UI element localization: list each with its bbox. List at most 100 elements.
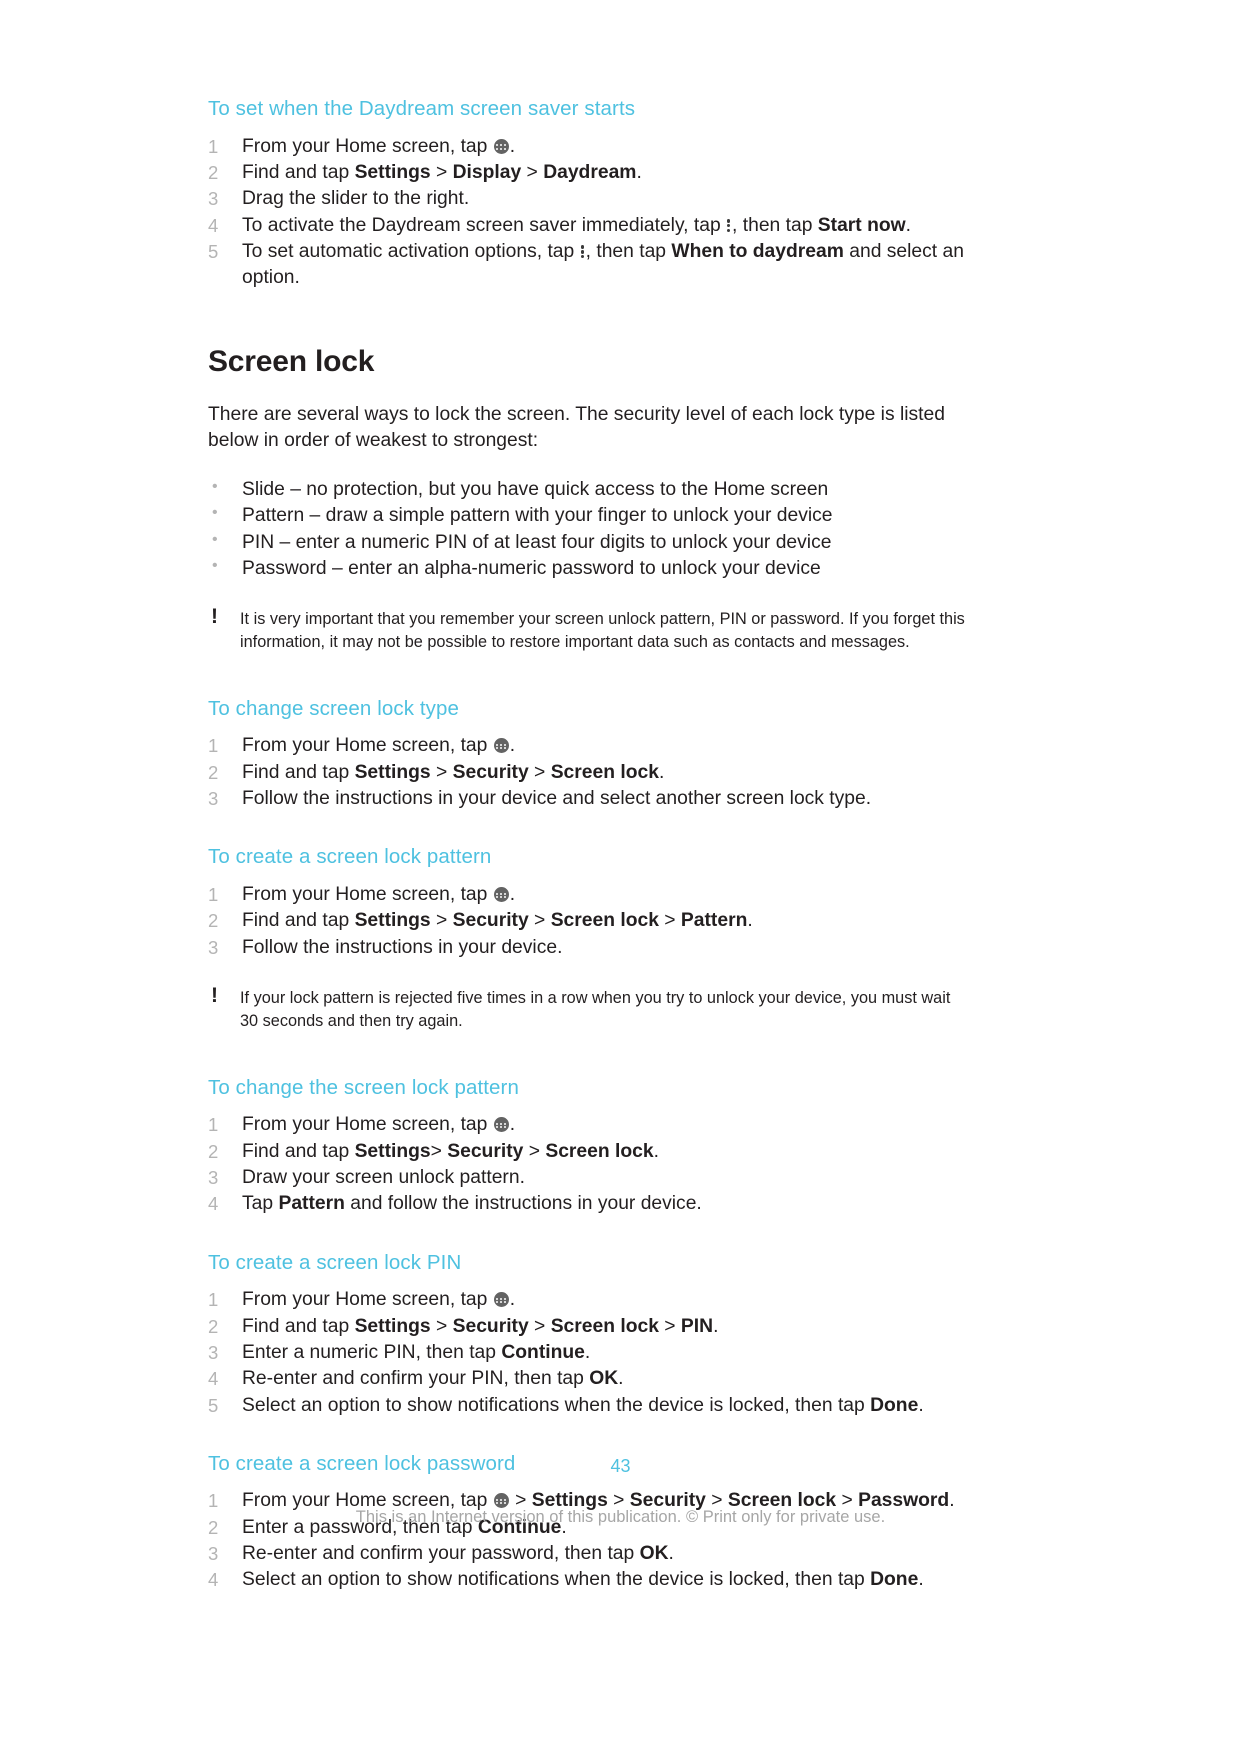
intro-paragraph: There are several ways to lock the scree…	[208, 403, 945, 452]
bold-term: Display	[452, 161, 522, 183]
page-title: Screen lock	[208, 344, 375, 378]
steps-change-lock-type: 1 From your Home screen, tap . 2 Find and …	[208, 733, 968, 812]
step-text: To activate the Daydream screen saver im…	[242, 214, 721, 236]
bold-term: Continue	[501, 1341, 585, 1363]
list-item: 3 Follow the instructions in your device …	[208, 786, 968, 812]
step-text-end: .	[509, 735, 516, 757]
bold-term: Daydream	[543, 161, 637, 183]
list-item: 2 Find and tap Settings > Security > Scre…	[208, 908, 968, 934]
list-item: 3 Drag the slider to the right.	[208, 186, 968, 212]
list-item: 2 Find and tap Settings > Security > Scre…	[208, 760, 968, 786]
step-text: Re-enter and confirm your password, then…	[242, 1543, 640, 1565]
bold-term: Done	[870, 1394, 919, 1416]
step-number: 2	[208, 1140, 219, 1162]
list-item: 1 From your Home screen, tap .	[208, 1287, 968, 1313]
separator: >	[658, 1315, 681, 1337]
step-text-end: .	[509, 884, 516, 906]
bold-term: OK	[639, 1543, 669, 1565]
step-number: 4	[208, 1193, 219, 1215]
bold-term: Screen lock	[550, 1315, 659, 1337]
bold-term: PIN	[680, 1315, 714, 1337]
step-text: Find and tap	[242, 1140, 355, 1162]
page-content: To set when the Daydream screen saver st…	[208, 96, 968, 1594]
bold-term: Screen lock	[550, 761, 659, 783]
warning-note-pattern: ! If your lock pattern is rejected five …	[208, 985, 968, 1033]
bold-term: Security	[447, 1140, 524, 1162]
document-page: To set when the Daydream screen saver st…	[0, 0, 1241, 1754]
app-drawer-icon	[493, 1292, 509, 1308]
separator: >	[430, 161, 453, 183]
step-number: 4	[208, 214, 219, 236]
list-item: 4 Re-enter and confirm your PIN, then tap…	[208, 1366, 968, 1392]
list-item: 1 From your Home screen, tap .	[208, 134, 968, 160]
step-number: 4	[208, 1569, 219, 1591]
step-text-mid: , then tap	[732, 214, 818, 236]
app-drawer-icon	[493, 138, 509, 154]
step-text: From your Home screen, tap	[242, 1114, 488, 1136]
bold-term: Security	[452, 1315, 529, 1337]
steps-change-pattern: 1 From your Home screen, tap . 2 Find and …	[208, 1112, 968, 1217]
separator: >	[430, 910, 453, 932]
step-text-end: .	[618, 1368, 624, 1390]
list-item: 3 Enter a numeric PIN, then tap Continue.	[208, 1340, 968, 1366]
step-number: 1	[208, 884, 219, 906]
note-text: If your lock pattern is rejected five ti…	[240, 989, 951, 1030]
list-item: Pattern – draw a simple pattern with you…	[208, 502, 968, 529]
steps-create-pattern: 1 From your Home screen, tap . 2 Find and …	[208, 882, 968, 961]
separator: >	[430, 1140, 448, 1162]
step-text: From your Home screen, tap	[242, 1289, 488, 1311]
step-text-end: .	[905, 214, 911, 236]
step-text: To set automatic activation options, tap	[242, 240, 575, 262]
app-drawer-icon	[493, 887, 509, 903]
step-number: 3	[208, 1166, 219, 1188]
step-text: Re-enter and confirm your PIN, then tap	[242, 1368, 590, 1390]
section-heading-daydream: To set when the Daydream screen saver st…	[208, 97, 636, 120]
step-text-end: .	[918, 1569, 924, 1591]
step-text: Find and tap	[242, 161, 355, 183]
page-number: 43	[610, 1456, 631, 1476]
overflow-menu-icon	[580, 244, 585, 259]
steps-create-password: 1 From your Home screen, tap > Settings >…	[208, 1488, 968, 1593]
exclamation-icon: !	[211, 605, 218, 629]
step-number: 1	[208, 735, 219, 757]
section-heading-change-lock-type: To change screen lock type	[208, 696, 460, 720]
step-text-end: .	[918, 1394, 924, 1416]
step-text-end: .	[713, 1315, 719, 1337]
bold-term: Settings	[354, 161, 431, 183]
step-number: 1	[208, 135, 219, 157]
step-text: Find and tap	[242, 761, 355, 783]
list-item: 2 Find and tap Settings > Display > Daydr…	[208, 160, 968, 186]
step-number: 3	[208, 936, 219, 958]
step-number: 3	[208, 188, 219, 210]
bold-term: Settings	[354, 910, 431, 932]
section-heading-change-pattern: To change the screen lock pattern	[208, 1075, 519, 1099]
step-number: 1	[208, 1289, 219, 1311]
bold-term: Settings	[354, 1140, 431, 1162]
step-text-end: .	[636, 161, 642, 183]
list-item: Slide – no protection, but you have quic…	[208, 476, 968, 503]
step-text-mid: , then tap	[585, 240, 672, 262]
steps-daydream: 1 From your Home screen, tap . 2 Find and …	[208, 134, 968, 292]
list-item: 1 From your Home screen, tap .	[208, 733, 968, 759]
app-drawer-icon	[493, 1493, 509, 1509]
step-number: 3	[208, 1543, 219, 1565]
list-item: 5 To set automatic activation options, ta…	[208, 239, 968, 292]
step-text: Drag the slider to the right.	[242, 188, 470, 210]
step-text: Enter a numeric PIN, then tap	[242, 1341, 502, 1363]
app-drawer-icon	[493, 1117, 509, 1133]
separator: >	[430, 1315, 453, 1337]
list-item: 4 Select an option to show notifications …	[208, 1567, 968, 1593]
step-text-end: .	[653, 1140, 659, 1162]
step-text-end: .	[509, 1289, 516, 1311]
section-heading-create-pattern: To create a screen lock pattern	[208, 845, 492, 869]
step-text: Select an option to show notifications w…	[242, 1394, 871, 1416]
step-text-end: .	[509, 135, 516, 157]
bold-term: Pattern	[278, 1193, 345, 1215]
step-number: 5	[208, 240, 219, 262]
step-text-end: .	[747, 910, 753, 932]
lock-type-list: Slide – no protection, but you have quic…	[208, 476, 968, 582]
step-text: From your Home screen, tap	[242, 884, 488, 906]
step-text-end: .	[658, 761, 665, 783]
separator: >	[528, 910, 551, 932]
app-drawer-icon	[493, 738, 509, 754]
